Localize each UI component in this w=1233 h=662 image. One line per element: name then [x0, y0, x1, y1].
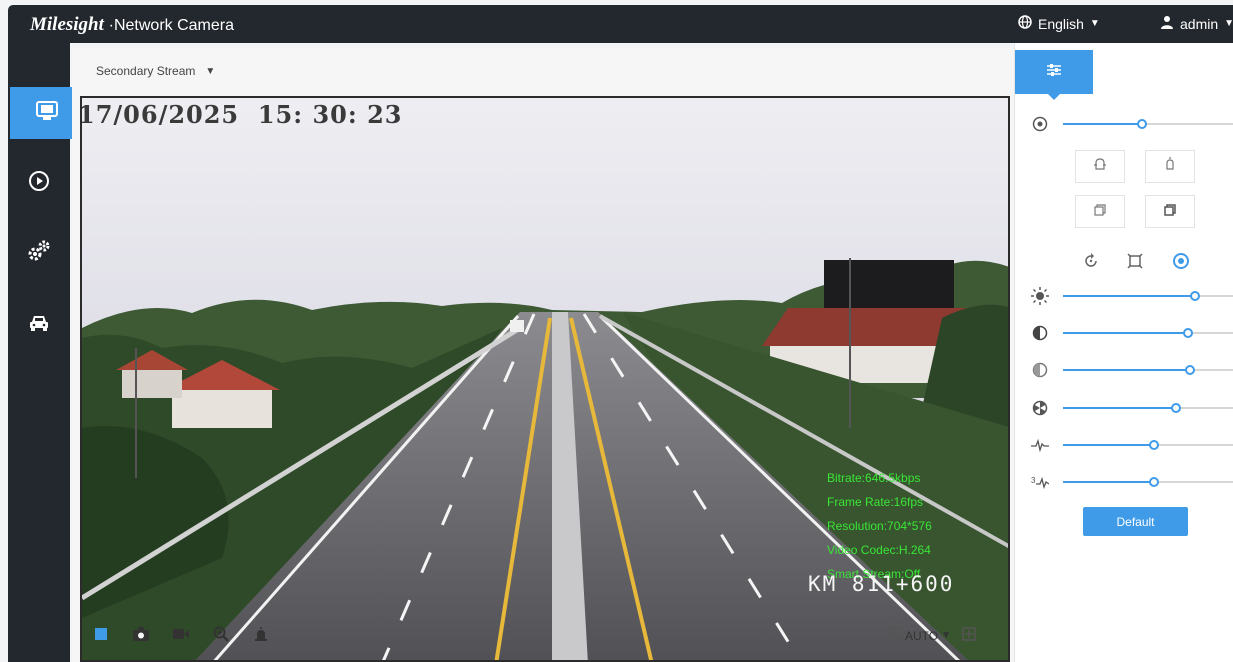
- slider-fill: [1063, 295, 1195, 297]
- brand-logo: Milesight: [30, 14, 104, 35]
- chevron-down-icon: ▼: [1224, 18, 1233, 29]
- slider-track: [1063, 119, 1233, 129]
- slider-handle[interactable]: [1189, 291, 1200, 301]
- slider-track: [1063, 440, 1233, 450]
- slider-fill: [1063, 123, 1142, 125]
- osd-km-marker: KM 811+600: [808, 572, 955, 596]
- osd-stream-info: Bitrate:646.5kbps Frame Rate:16fps Resol…: [827, 466, 932, 586]
- top-bar: Milesight ·Network Camera English ▼ admi…: [8, 5, 1233, 43]
- slider-track: [1063, 291, 1233, 301]
- slider-track: [1063, 328, 1233, 338]
- user-menu[interactable]: admin ▼: [1160, 15, 1233, 32]
- chevron-down-icon: ▼: [205, 65, 216, 77]
- slider-handle[interactable]: [1148, 477, 1159, 487]
- slider-handle[interactable]: [1148, 440, 1159, 450]
- slider-handle[interactable]: [1170, 403, 1181, 413]
- play-circle-icon: [28, 170, 50, 197]
- sliders-icon: [1046, 63, 1062, 82]
- zoom-mode-label: AUTO: [905, 628, 939, 643]
- sidebar-item-vehicle[interactable]: [8, 299, 70, 351]
- refresh-icon[interactable]: [1081, 251, 1101, 271]
- aspect-icon: [888, 627, 902, 644]
- language-label: English: [1038, 15, 1084, 32]
- slider-track: [1063, 403, 1233, 413]
- chevron-down-icon: ▼: [941, 630, 952, 641]
- osd-resolution: Resolution:704*576: [827, 519, 932, 533]
- sharpness-icon: [1031, 399, 1049, 417]
- focus-near-icon: [1094, 203, 1106, 221]
- noise-reduction-2d-slider[interactable]: [1031, 435, 1233, 455]
- video-toolbar: [92, 625, 270, 643]
- focus-near-button[interactable]: [1075, 195, 1125, 228]
- saturation-icon: [1031, 361, 1049, 379]
- zoom-mode-select[interactable]: AUTO ▼: [888, 627, 976, 644]
- sharpness-slider[interactable]: [1031, 398, 1233, 418]
- osd-timestamp: 17/06/2025 15: 30: 23: [80, 100, 403, 129]
- tab-image-adjust[interactable]: [1015, 50, 1093, 100]
- gears-icon: [27, 239, 51, 268]
- record-icon[interactable]: [172, 625, 190, 643]
- one-push-focus-icon[interactable]: [1125, 251, 1145, 271]
- slider-fill: [1063, 369, 1190, 371]
- sidebar-item-playback[interactable]: [8, 157, 70, 209]
- globe-icon: [1018, 15, 1032, 32]
- focus-far-button[interactable]: [1145, 195, 1195, 228]
- slider-handle[interactable]: [1182, 328, 1193, 338]
- slider-fill: [1063, 481, 1154, 483]
- osd-bitrate: Bitrate:646.5kbps: [827, 471, 921, 485]
- user-name: admin: [1180, 15, 1219, 32]
- product-name-text: Network Camera: [113, 17, 234, 34]
- sidebar-item-settings[interactable]: [8, 227, 70, 279]
- slider-track: [1063, 477, 1233, 487]
- slider-fill: [1063, 332, 1188, 334]
- live-view-area: Secondary Stream ▼ 17/06/2025 15: 30: 23…: [72, 48, 1014, 662]
- noise-2d-icon: [1031, 436, 1049, 454]
- zoom-icon[interactable]: [212, 625, 230, 643]
- fullscreen-icon[interactable]: [962, 627, 976, 644]
- lens-init-icon[interactable]: [1171, 251, 1191, 271]
- slider-handle[interactable]: [1136, 119, 1147, 129]
- zoom-out-button[interactable]: [1075, 150, 1125, 183]
- sidebar: [8, 43, 83, 662]
- snapshot-icon[interactable]: [132, 625, 150, 643]
- zoom-in-button[interactable]: [1145, 150, 1195, 183]
- slider-fill: [1063, 444, 1154, 446]
- brand: Milesight ·Network Camera: [30, 14, 234, 36]
- osd-frame-rate: Frame Rate:16fps: [827, 495, 924, 509]
- sun-icon: [1031, 287, 1049, 305]
- noise-reduction-3d-slider[interactable]: 3: [1031, 472, 1233, 492]
- car-icon: [28, 314, 50, 337]
- zoom-tele-icon: [1163, 157, 1177, 176]
- focus-far-icon: [1164, 203, 1176, 221]
- app-root: Milesight ·Network Camera English ▼ admi…: [0, 0, 1233, 662]
- noise-3d-icon: 3: [1031, 473, 1049, 491]
- slider-fill: [1063, 407, 1176, 409]
- alarm-icon[interactable]: [252, 625, 270, 643]
- stream-select-value: Secondary Stream: [96, 64, 196, 78]
- language-selector[interactable]: English ▼: [1018, 15, 1100, 32]
- product-name: ·Network Camera: [108, 17, 234, 34]
- slider-handle[interactable]: [1184, 365, 1195, 375]
- focus-icon: [1031, 115, 1049, 133]
- focus-slider[interactable]: [1031, 114, 1233, 134]
- saturation-slider[interactable]: [1031, 360, 1233, 380]
- zoom-wide-icon: [1093, 157, 1107, 176]
- user-icon: [1160, 15, 1174, 32]
- stop-icon[interactable]: [92, 625, 110, 643]
- contrast-icon: [1031, 324, 1049, 342]
- video-feed[interactable]: 17/06/2025 15: 30: 23 Bitrate:646.5kbps …: [80, 96, 1010, 662]
- osd-codec: Video Codec:H.264: [827, 543, 931, 557]
- image-settings-panel: 3 Default: [1014, 43, 1233, 662]
- svg-text:3: 3: [1031, 476, 1036, 485]
- chevron-down-icon: ▼: [1089, 18, 1100, 29]
- contrast-slider[interactable]: [1031, 323, 1233, 343]
- monitor-icon: [35, 100, 58, 126]
- stream-select[interactable]: Secondary Stream ▼: [96, 64, 215, 78]
- default-button[interactable]: Default: [1083, 507, 1188, 536]
- slider-track: [1063, 365, 1233, 375]
- brightness-slider[interactable]: [1031, 286, 1233, 306]
